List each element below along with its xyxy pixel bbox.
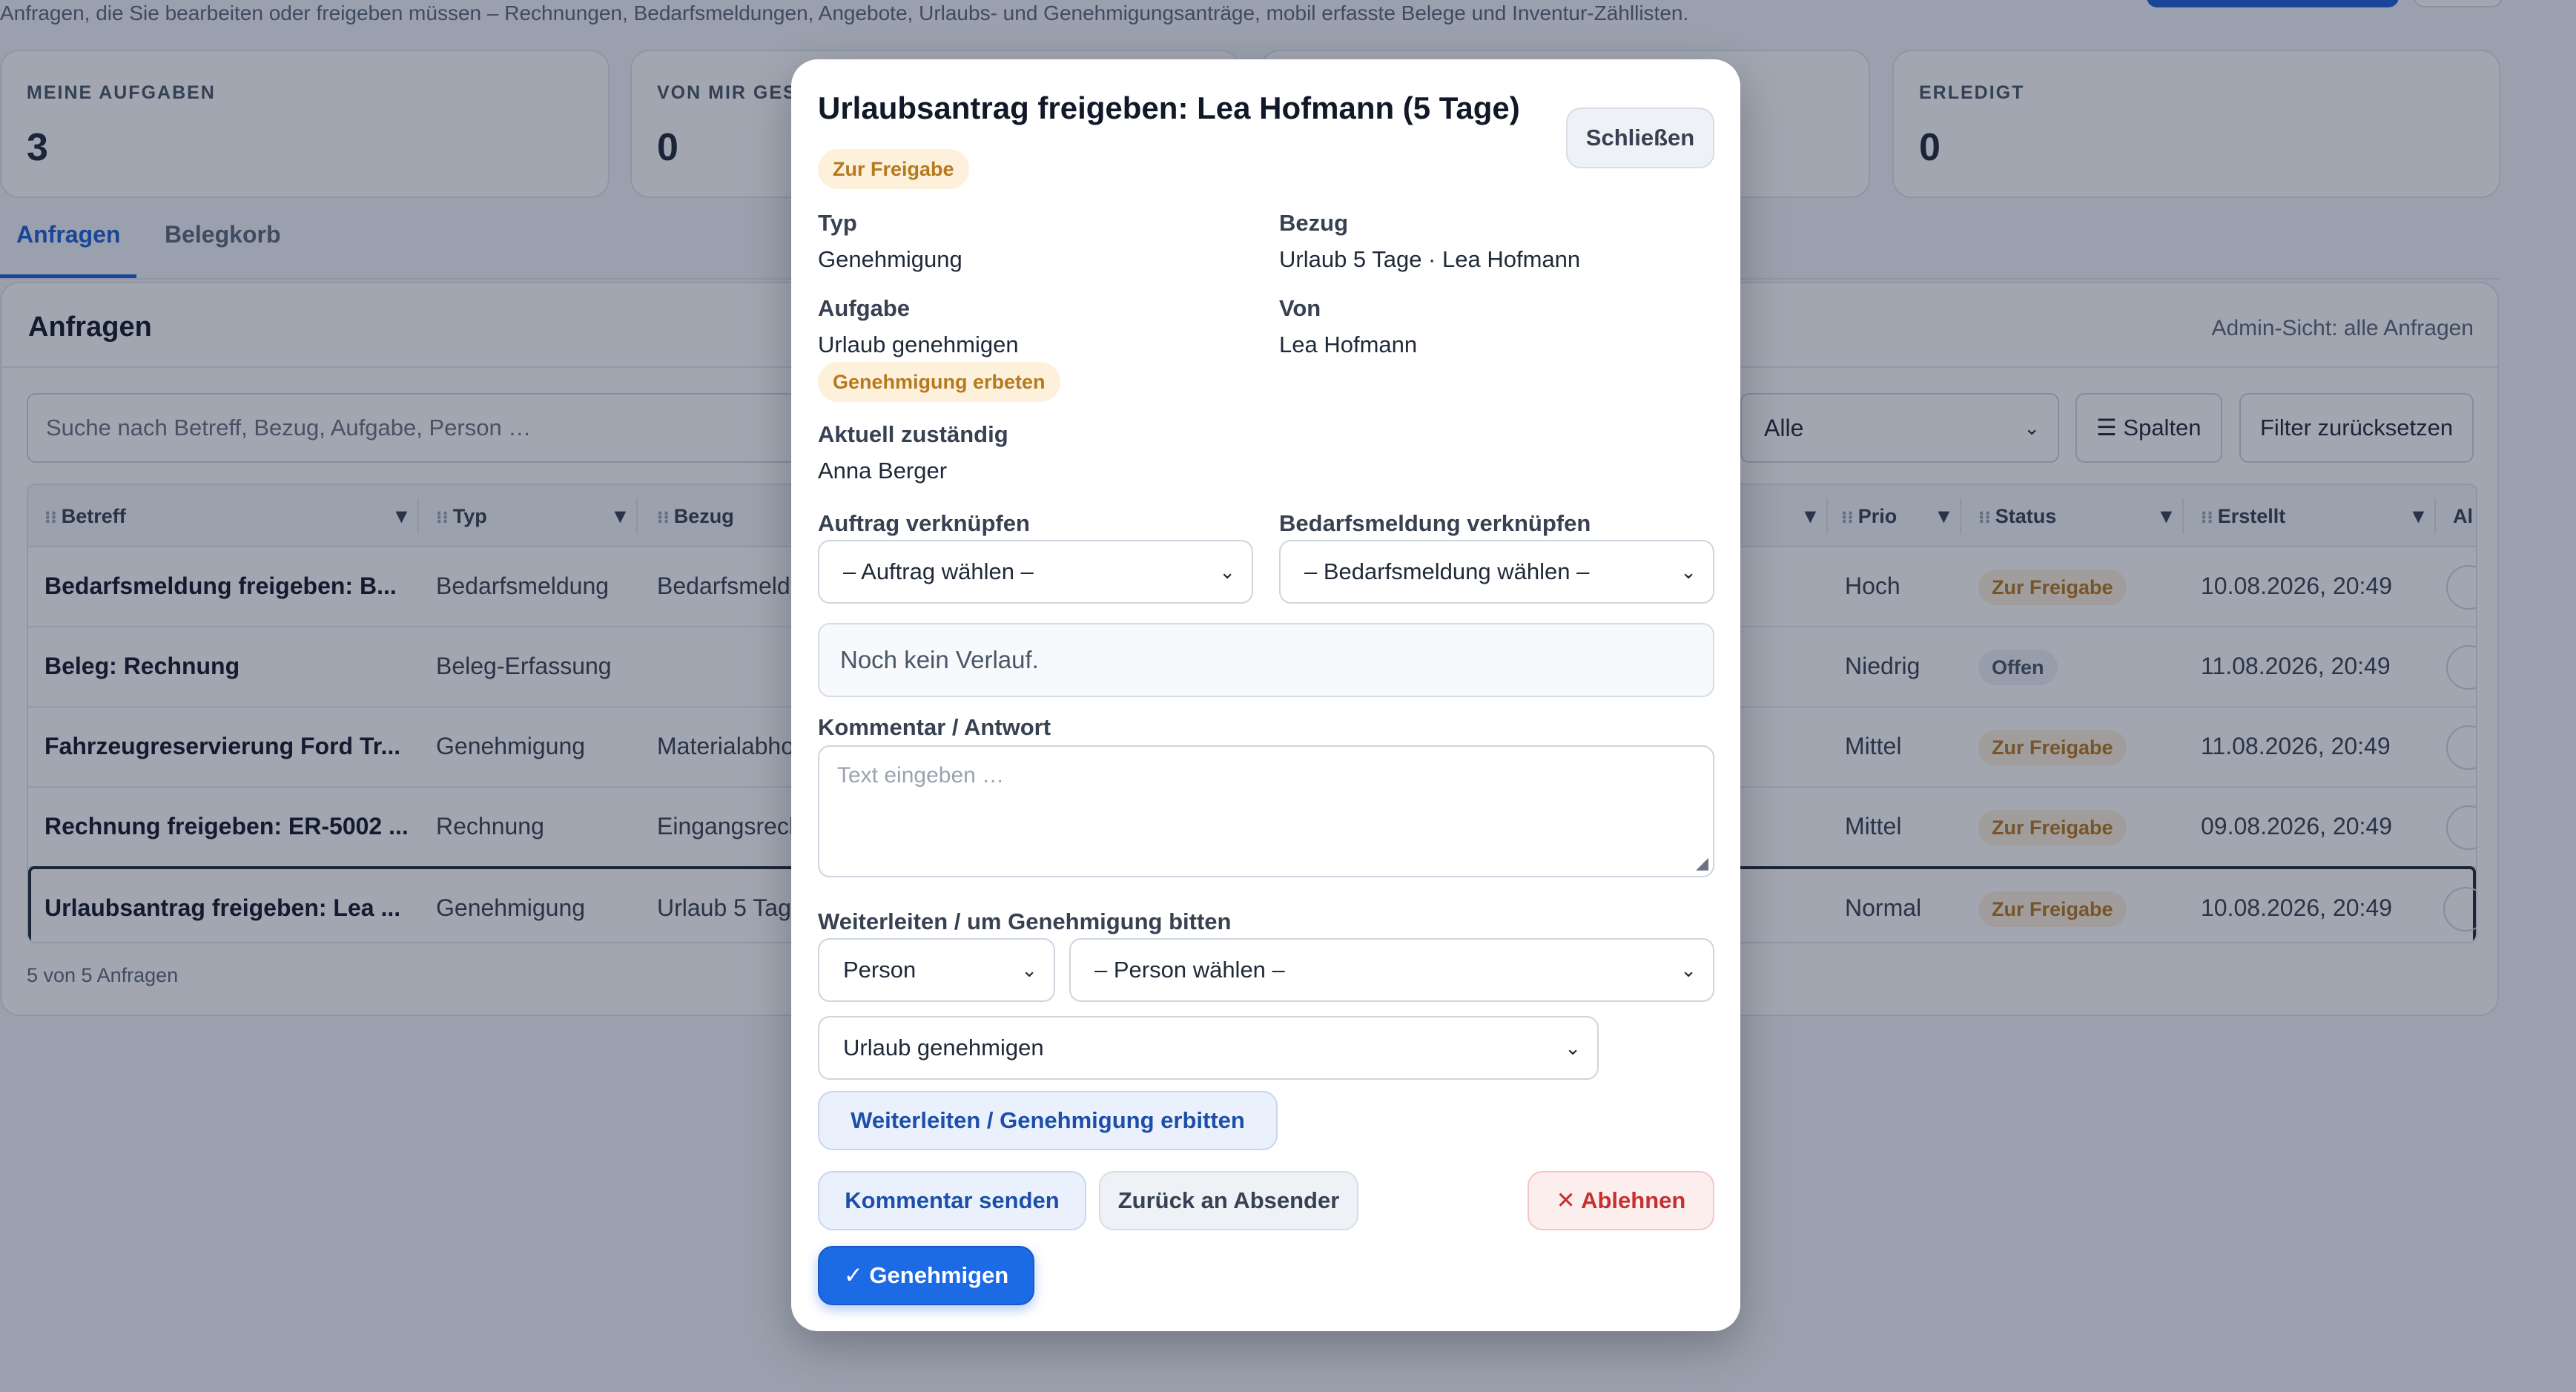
forward-person-select[interactable]: – Person wählen – ⌄ <box>1069 938 1714 1002</box>
comment-placeholder: Text eingeben … <box>837 763 1005 788</box>
forward-person-value: – Person wählen – <box>1094 957 1285 983</box>
chevron-down-icon: ⌄ <box>1565 1037 1581 1059</box>
history-box: Noch kein Verlauf. <box>818 623 1714 697</box>
forward-kind-select[interactable]: Person ⌄ <box>818 938 1055 1002</box>
chevron-down-icon: ⌄ <box>1021 959 1037 981</box>
dialog-title: Urlaubsantrag freigeben: Lea Hofmann (5 … <box>818 90 1520 125</box>
order-select[interactable]: – Auftrag wählen – ⌄ <box>818 540 1253 604</box>
return-to-sender-button[interactable]: Zurück an Absender <box>1099 1171 1358 1230</box>
reference-value: Urlaub 5 Tage · Lea Hofmann <box>1279 246 1581 272</box>
close-button[interactable]: Schließen <box>1566 108 1714 168</box>
task-badge: Genehmigung erbeten <box>818 362 1060 402</box>
forward-button[interactable]: Weiterleiten / Genehmigung erbitten <box>818 1091 1278 1150</box>
chevron-down-icon: ⌄ <box>1219 561 1235 583</box>
forward-task-value: Urlaub genehmigen <box>843 1035 1044 1061</box>
assignee-label: Aktuell zuständig <box>818 421 1008 447</box>
type-value: Genehmigung <box>818 246 962 272</box>
order-select-value: – Auftrag wählen – <box>843 558 1034 584</box>
task-value: Urlaub genehmigen <box>818 331 1019 357</box>
approval-dialog: Urlaubsantrag freigeben: Lea Hofmann (5 … <box>791 59 1740 1331</box>
type-label: Typ <box>818 210 857 236</box>
demand-select-value: – Bedarfsmeldung wählen – <box>1304 558 1590 584</box>
comment-textarea[interactable]: Text eingeben … ◢ <box>818 745 1714 877</box>
status-badge: Zur Freigabe <box>818 149 969 189</box>
approve-button[interactable]: ✓ Genehmigen <box>818 1246 1034 1305</box>
assignee-value: Anna Berger <box>818 458 948 484</box>
send-comment-button[interactable]: Kommentar senden <box>818 1171 1086 1230</box>
order-link-label: Auftrag verknüpfen <box>818 510 1030 536</box>
chevron-down-icon: ⌄ <box>1680 959 1697 981</box>
demand-link-label: Bedarfsmeldung verknüpfen <box>1279 510 1591 536</box>
reference-label: Bezug <box>1279 210 1348 236</box>
reject-button[interactable]: ✕ Ablehnen <box>1528 1171 1714 1230</box>
comment-label: Kommentar / Antwort <box>818 714 1051 740</box>
forward-label: Weiterleiten / um Genehmigung bitten <box>818 908 1232 934</box>
task-label: Aufgabe <box>818 295 910 321</box>
resize-handle-icon[interactable]: ◢ <box>1696 854 1708 873</box>
demand-select[interactable]: – Bedarfsmeldung wählen – ⌄ <box>1279 540 1714 604</box>
chevron-down-icon: ⌄ <box>1680 561 1697 583</box>
from-value: Lea Hofmann <box>1279 331 1418 357</box>
forward-task-select[interactable]: Urlaub genehmigen ⌄ <box>818 1016 1599 1080</box>
forward-kind-value: Person <box>843 957 917 983</box>
from-label: Von <box>1279 295 1321 321</box>
